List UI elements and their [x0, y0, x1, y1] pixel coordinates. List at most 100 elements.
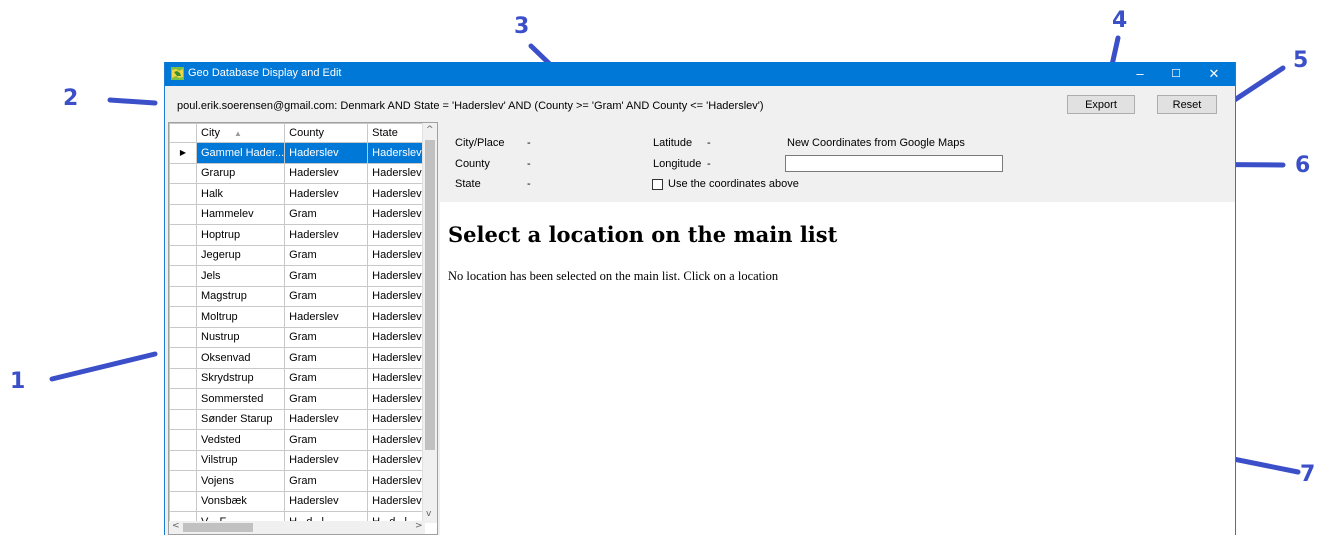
vertical-scroll-thumb[interactable] — [425, 140, 435, 450]
cell-state[interactable]: Haderslev — [367, 367, 426, 389]
cell-state[interactable]: Haderslev — [367, 326, 426, 348]
cell-county[interactable]: Gram — [284, 326, 369, 348]
cell-city[interactable]: Gammel Hader... — [195, 142, 286, 164]
cell-county[interactable]: Haderslev — [284, 162, 369, 184]
vertical-scrollbar[interactable]: ^ v — [422, 123, 437, 523]
scroll-right-icon[interactable]: > — [415, 521, 423, 531]
row-header[interactable] — [169, 367, 197, 389]
column-header-city[interactable]: City ▲ — [195, 123, 286, 143]
cell-state[interactable]: Haderslev — [367, 347, 426, 369]
scroll-down-icon[interactable]: v — [426, 509, 431, 519]
cell-city[interactable]: Halk — [195, 183, 286, 205]
cell-city[interactable]: Vilstrup — [195, 449, 286, 471]
cell-city[interactable]: Jegerup — [195, 244, 286, 266]
cell-state[interactable]: Haderslev — [367, 203, 426, 225]
cell-state[interactable]: Haderslev — [367, 183, 426, 205]
cell-state[interactable]: Haderslev — [367, 306, 426, 328]
cell-city[interactable]: Vedsted — [195, 429, 286, 451]
cell-state[interactable]: Haderslev — [367, 470, 426, 492]
table-row[interactable]: Oksenvad Gram Haderslev — [169, 347, 426, 369]
table-row[interactable]: Vedsted Gram Haderslev — [169, 429, 426, 451]
table-row[interactable]: Vonsbæk Haderslev Haderslev — [169, 490, 426, 512]
cell-county[interactable]: Haderslev — [284, 408, 369, 430]
row-header[interactable] — [169, 490, 197, 512]
table-row[interactable]: Magstrup Gram Haderslev — [169, 285, 426, 307]
row-header[interactable]: ▶ — [169, 142, 197, 164]
horizontal-scroll-thumb[interactable] — [183, 523, 253, 532]
table-row[interactable]: Halk Haderslev Haderslev — [169, 183, 426, 205]
row-header[interactable] — [169, 265, 197, 287]
table-row[interactable]: Vojens Gram Haderslev — [169, 470, 426, 492]
cell-city[interactable]: Grarup — [195, 162, 286, 184]
cell-state[interactable]: Haderslev — [367, 429, 426, 451]
row-header[interactable] — [169, 347, 197, 369]
cell-state[interactable]: Haderslev — [367, 388, 426, 410]
reset-button[interactable]: Reset — [1157, 95, 1217, 114]
cell-county[interactable]: Gram — [284, 429, 369, 451]
use-coordinates-label[interactable]: Use the coordinates above — [668, 178, 799, 190]
row-header[interactable] — [169, 224, 197, 246]
table-row[interactable]: Vilstrup Haderslev Haderslev — [169, 449, 426, 471]
table-row[interactable]: ▶ Gammel Hader... Haderslev Haderslev — [169, 142, 426, 164]
cell-state[interactable]: Haderslev — [367, 285, 426, 307]
table-row[interactable]: Grarup Haderslev Haderslev — [169, 162, 426, 184]
cell-county[interactable]: Gram — [284, 347, 369, 369]
cell-state[interactable]: Haderslev — [367, 490, 426, 512]
cell-county[interactable]: Haderslev — [284, 449, 369, 471]
row-header[interactable] — [169, 203, 197, 225]
column-header-state[interactable]: State — [367, 123, 426, 143]
table-row[interactable]: Jels Gram Haderslev — [169, 265, 426, 287]
cell-county[interactable]: Haderslev — [284, 183, 369, 205]
table-row[interactable]: Nustrup Gram Haderslev — [169, 326, 426, 348]
row-header[interactable] — [169, 408, 197, 430]
cell-county[interactable]: Gram — [284, 265, 369, 287]
table-row[interactable]: Sommersted Gram Haderslev — [169, 388, 426, 410]
table-row[interactable]: Hoptrup Haderslev Haderslev — [169, 224, 426, 246]
table-row[interactable]: Skrydstrup Gram Haderslev — [169, 367, 426, 389]
scroll-up-icon[interactable]: ^ — [426, 125, 434, 135]
cell-county[interactable]: Gram — [284, 285, 369, 307]
title-bar[interactable]: Geo Database Display and Edit – ☐ ✕ — [165, 62, 1235, 86]
row-header[interactable] — [169, 162, 197, 184]
cell-city[interactable]: Sønder Starup — [195, 408, 286, 430]
close-button[interactable]: ✕ — [1191, 62, 1235, 86]
row-header[interactable] — [169, 285, 197, 307]
new-coordinates-input[interactable] — [785, 155, 1003, 172]
row-header[interactable] — [169, 326, 197, 348]
horizontal-scrollbar[interactable]: < > — [169, 521, 425, 534]
row-header[interactable] — [169, 429, 197, 451]
cell-county[interactable]: Gram — [284, 367, 369, 389]
cell-city[interactable]: Hammelev — [195, 203, 286, 225]
row-header[interactable] — [169, 306, 197, 328]
cell-county[interactable]: Haderslev — [284, 142, 369, 164]
cell-city[interactable]: Vojens — [195, 470, 286, 492]
row-header[interactable] — [169, 244, 197, 266]
cell-city[interactable]: Moltrup — [195, 306, 286, 328]
row-header[interactable] — [169, 449, 197, 471]
cell-city[interactable]: Hoptrup — [195, 224, 286, 246]
cell-county[interactable]: Gram — [284, 203, 369, 225]
cell-county[interactable]: Gram — [284, 244, 369, 266]
column-header-county[interactable]: County — [284, 123, 369, 143]
web-browser-pane[interactable]: Select a location on the main list No lo… — [440, 202, 1235, 535]
location-grid[interactable]: City ▲ County State ▶ Gammel Hader... Hader… — [168, 122, 438, 535]
cell-city[interactable]: Magstrup — [195, 285, 286, 307]
cell-state[interactable]: Haderslev — [367, 162, 426, 184]
cell-state[interactable]: Haderslev — [367, 224, 426, 246]
use-coordinates-checkbox[interactable] — [652, 179, 663, 190]
cell-city[interactable]: Nustrup — [195, 326, 286, 348]
cell-city[interactable]: Sommersted — [195, 388, 286, 410]
cell-state[interactable]: Haderslev — [367, 265, 426, 287]
row-header[interactable] — [169, 388, 197, 410]
table-row[interactable]: Jegerup Gram Haderslev — [169, 244, 426, 266]
cell-city[interactable]: Jels — [195, 265, 286, 287]
cell-county[interactable]: Gram — [284, 470, 369, 492]
cell-city[interactable]: Skrydstrup — [195, 367, 286, 389]
cell-state[interactable]: Haderslev — [367, 142, 426, 164]
cell-county[interactable]: Gram — [284, 388, 369, 410]
cell-city[interactable]: Vonsbæk — [195, 490, 286, 512]
cell-state[interactable]: Haderslev — [367, 408, 426, 430]
cell-county[interactable]: Haderslev — [284, 490, 369, 512]
scroll-left-icon[interactable]: < — [172, 521, 180, 531]
cell-city[interactable]: Oksenvad — [195, 347, 286, 369]
